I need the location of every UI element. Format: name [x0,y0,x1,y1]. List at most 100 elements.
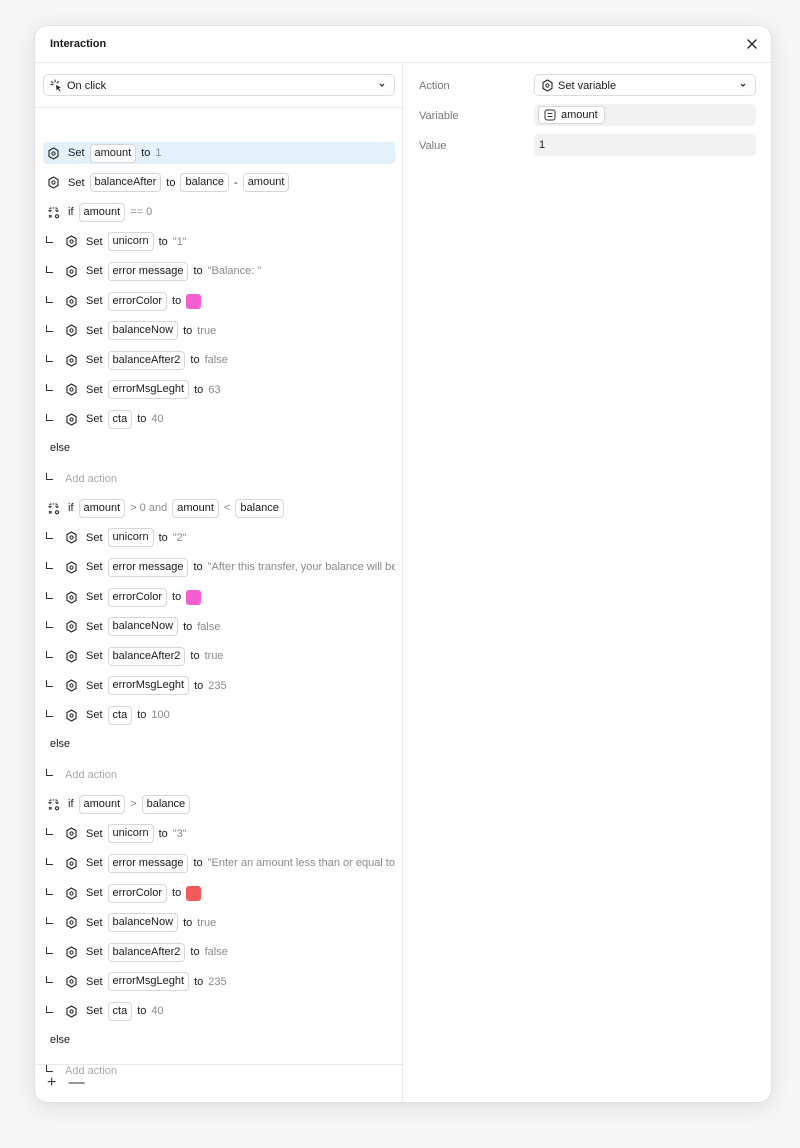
variable-token[interactable]: amount [78,794,126,814]
add-action-placeholder[interactable]: Add action [65,473,117,485]
set-variable-icon [66,590,77,604]
variable-token[interactable]: balanceNow [107,617,179,637]
set-action-row[interactable]: Set balanceAfter to balance - amount [43,172,395,194]
variable-token[interactable]: amount [78,202,126,222]
set-action-row[interactable]: Set error message to "Enter an amount less … [43,852,395,874]
variable-token[interactable]: balanceAfter2 [107,646,186,666]
set-action-row[interactable]: Set errorMsgLeght to 235 [43,675,395,697]
set-action-row[interactable]: Set errorMsgLeght to 63 [43,379,395,401]
keyword: to [194,383,204,396]
variable-token[interactable]: unicorn [107,824,154,844]
variable-token[interactable]: balanceNow [107,321,179,341]
keyword: to [137,709,147,722]
keyword: to [137,1005,147,1018]
set-action-row[interactable]: Set amount to 1 [43,142,395,164]
variable-token[interactable]: amount [89,143,137,163]
literal-value: true [197,324,217,337]
set-action-row[interactable]: Set error message to "After this transfer, … [43,556,395,578]
color-swatch[interactable] [186,293,202,309]
variable-token[interactable]: cta [107,1001,133,1021]
keyword: Set [86,857,103,870]
keyword: Set [86,946,103,959]
color-swatch[interactable] [186,885,202,901]
value-input-text: 1 [539,139,546,151]
variable-token[interactable]: amount [242,173,290,193]
set-action-row[interactable]: Set balanceAfter2 to false [43,349,395,371]
variable-token[interactable]: errorMsgLeght [107,676,190,696]
variable-token[interactable]: balance [141,794,191,814]
keyword: - [234,176,238,189]
keyword: Set [86,916,103,929]
variable-token[interactable]: error message [107,557,189,577]
add-action-row[interactable]: Add action [43,1060,395,1082]
set-action-row[interactable]: Set errorMsgLeght to 235 [43,971,395,993]
set-action-row[interactable]: Set unicorn to "3" [43,823,395,845]
indent-corner [46,325,53,333]
set-action-row[interactable]: Set cta to 100 [43,704,395,726]
add-action-row[interactable]: Add action [43,764,395,786]
set-variable-icon [66,413,77,426]
set-action-row[interactable]: Set cta to 40 [43,1000,395,1022]
set-action-row[interactable]: Set unicorn to "1" [43,231,395,253]
set-action-row[interactable]: Set error message to "Balance: " [43,260,395,282]
indent-corner [46,1065,53,1073]
variable-field[interactable]: amount [534,104,756,126]
variable-token[interactable]: errorColor [107,883,168,903]
variable-label: Variable [419,110,459,122]
variable-token[interactable]: amount [172,498,219,518]
trigger-select[interactable]: On click [43,74,395,96]
variable-token[interactable]: error message [107,853,189,873]
condition-row[interactable]: if amount == 0 [43,201,395,223]
indent-corner [46,857,53,865]
variable-pill[interactable]: amount [538,106,605,124]
value-label: Value [419,140,447,152]
variable-token[interactable]: cta [107,705,133,725]
set-action-row[interactable]: Set balanceNow to true [43,320,395,342]
indent-corner [46,976,53,984]
literal-value: < [223,502,231,515]
indent-corner [46,561,53,569]
set-action-row[interactable]: Set errorColor to [43,882,395,904]
variable-token[interactable]: balance [180,173,230,193]
variable-token[interactable]: unicorn [107,232,154,252]
variable-token[interactable]: balanceNow [107,913,179,933]
color-swatch[interactable] [186,589,202,605]
condition-row[interactable]: if amount > 0 and amount < balance [43,497,395,519]
keyword: Set [86,827,103,840]
set-action-row[interactable]: Set balanceAfter2 to false [43,941,395,963]
condition-row[interactable]: if amount > balance [43,793,395,815]
variable-token[interactable]: amount [78,498,126,518]
add-action-button[interactable]: + [47,1074,56,1092]
set-action-row[interactable]: Set unicorn to "2" [43,527,395,549]
indent-corner [46,621,53,629]
variable-token[interactable]: balance [235,498,284,518]
set-action-row[interactable]: Set errorColor to [43,290,395,312]
keyword: to [137,413,147,426]
keyword: to [193,857,203,870]
value-field[interactable]: 1 [534,134,756,156]
variable-token[interactable]: errorMsgLeght [107,380,190,400]
variable-token[interactable]: errorMsgLeght [107,972,190,992]
variable-token[interactable]: balanceAfter [89,173,162,193]
variable-token[interactable]: cta [107,409,133,429]
remove-action-button[interactable]: — [69,1074,85,1092]
variable-token[interactable]: unicorn [107,528,154,548]
set-action-row[interactable]: Set balanceNow to true [43,912,395,934]
variable-token[interactable]: errorColor [107,587,168,607]
add-action-row[interactable]: Add action [43,468,395,490]
set-action-row[interactable]: Set cta to 40 [43,408,395,430]
action-select[interactable]: Set variable [534,74,756,96]
set-action-row[interactable]: Set balanceNow to false [43,616,395,638]
variable-token[interactable]: errorColor [107,291,168,311]
keyword: to [194,679,204,692]
literal-value: 40 [151,413,164,426]
variable-token[interactable]: balanceAfter2 [107,350,186,370]
variable-token[interactable]: error message [107,261,189,281]
indent-corner [46,473,53,481]
set-action-row[interactable]: Set errorColor to [43,586,395,608]
set-action-row[interactable]: Set balanceAfter2 to true [43,645,395,667]
keyword: Set [86,265,103,278]
close-icon[interactable] [745,37,759,51]
variable-token[interactable]: balanceAfter2 [107,942,186,962]
add-action-placeholder[interactable]: Add action [65,769,117,781]
